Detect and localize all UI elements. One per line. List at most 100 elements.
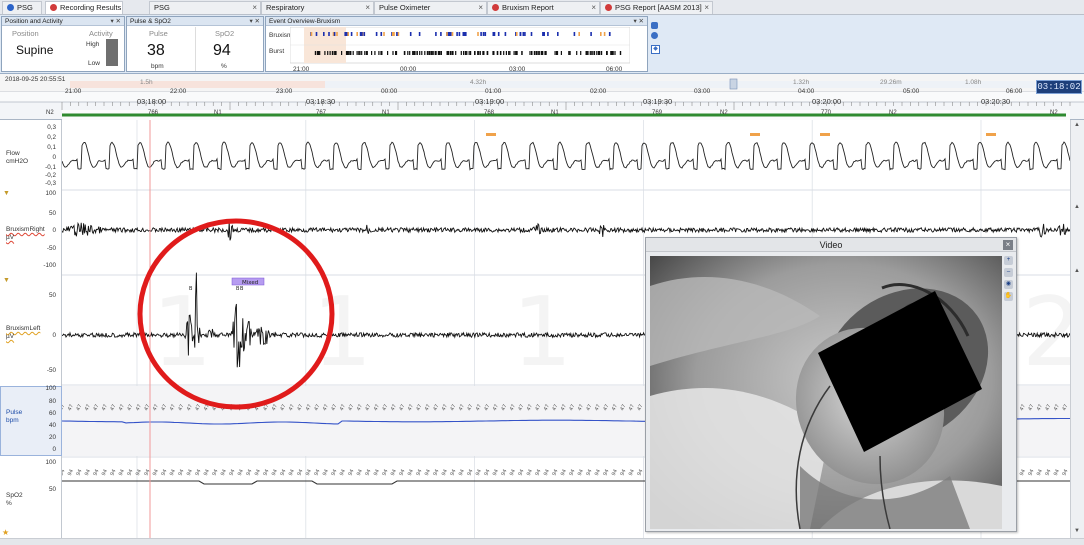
tab-label: Respiratory xyxy=(266,3,305,12)
bookmark-icon[interactable]: ★ xyxy=(2,528,9,537)
event-overview-tick xyxy=(409,51,411,55)
event-overview-tick xyxy=(589,51,591,55)
tab-bar: PSG Recording Results PSG × Respiratory × Puls… xyxy=(0,0,1084,15)
tab-pulse-oximeter[interactable]: Pulse Oximeter × xyxy=(374,1,487,14)
spo2-sample-label: 94 xyxy=(373,469,381,477)
panel-title: Position and Activity xyxy=(5,18,63,25)
close-icon[interactable]: × xyxy=(252,2,257,14)
close-icon[interactable]: × xyxy=(1003,240,1013,250)
event-overview-tick xyxy=(537,51,539,55)
panel-controls-icon[interactable]: ▾ ✕ xyxy=(633,17,644,26)
scroll-up-icon[interactable]: ▲ xyxy=(1074,268,1080,274)
event-overview-tick xyxy=(450,32,452,36)
spo2-sample-label: 94 xyxy=(194,469,202,477)
overview-slider-handle[interactable] xyxy=(729,78,738,90)
event-overview-tick xyxy=(470,51,472,55)
add-panel-icon[interactable]: ◆ xyxy=(651,45,660,54)
event-overview-tick xyxy=(409,32,412,36)
close-icon[interactable]: × xyxy=(365,2,370,14)
event-overview-tick xyxy=(365,51,368,55)
close-icon[interactable]: × xyxy=(478,2,483,14)
epoch-time-1: 03:18:30 xyxy=(306,97,336,106)
spo2-sample-label: 94 xyxy=(347,469,355,477)
flow-event-marker[interactable] xyxy=(750,133,760,136)
scroll-down-icon[interactable]: ▼ xyxy=(1074,528,1080,534)
pan-icon[interactable]: ✋ xyxy=(1004,292,1013,301)
event-overview-tick xyxy=(543,32,545,36)
event-overview-tick xyxy=(580,51,582,55)
zoom-in-icon[interactable]: + xyxy=(1004,256,1013,265)
spo2-sample-label: 94 xyxy=(475,469,483,477)
event-overview-plot[interactable] xyxy=(290,27,630,67)
event-overview-tick xyxy=(497,32,500,36)
bruxism-right-tick-4: -100 xyxy=(43,262,56,269)
epoch-time-2: 03:19:00 xyxy=(475,97,505,106)
close-icon[interactable]: × xyxy=(704,2,709,14)
stage-label-6: N2 xyxy=(46,110,54,116)
event-overview-tick xyxy=(500,51,502,55)
snapshot-icon[interactable]: ◉ xyxy=(1004,280,1013,289)
spo2-sample-label: 94 xyxy=(466,469,474,477)
event-overview-tick xyxy=(557,32,559,36)
event-overview-tick xyxy=(344,32,346,36)
mixed-event-label: Mixed xyxy=(242,280,258,286)
spo2-sample-label: 94 xyxy=(203,469,211,477)
video-window[interactable]: Video × + – ◉ ✋ xyxy=(645,237,1017,532)
event-overview-tick xyxy=(515,51,517,55)
pulse-tick-4: 20 xyxy=(48,434,56,441)
panel-side-tools[interactable]: ◆ xyxy=(651,16,660,72)
close-icon[interactable]: × xyxy=(591,2,596,14)
event-overview-tick xyxy=(530,32,533,36)
spo2-sample-label: 94 xyxy=(356,469,364,477)
event-overview-tick xyxy=(392,51,394,55)
event-overview-tick xyxy=(447,51,449,55)
tab-respiratory[interactable]: Respiratory × xyxy=(261,1,374,14)
event-overview-tick xyxy=(493,32,495,36)
event-overview-tick xyxy=(347,51,349,55)
filter-icon[interactable]: ▼ xyxy=(3,277,10,284)
pulse-tick-5: 0 xyxy=(52,446,56,453)
spo2-sample-label: 94 xyxy=(398,469,406,477)
flow-event-marker[interactable] xyxy=(486,133,496,136)
event-overview-tick xyxy=(587,51,589,55)
scroll-up-icon[interactable]: ▲ xyxy=(1074,204,1080,210)
zoom-out-icon[interactable]: – xyxy=(1004,268,1013,277)
stage-label-4: N2 xyxy=(889,110,897,116)
event-overview-tick xyxy=(573,32,576,36)
event-overview-tick xyxy=(424,51,426,55)
event-overview-tick xyxy=(435,32,437,36)
vertical-scrollbar[interactable]: ▲ ▲ ▲ ▼ xyxy=(1070,120,1084,538)
spo2-value: 94 xyxy=(213,42,231,59)
time-readout[interactable]: 03:18:02 xyxy=(1036,80,1082,94)
tab-psg[interactable]: PSG × xyxy=(149,1,261,14)
event-overview-tick xyxy=(310,32,313,36)
stage-label-2: N1 xyxy=(551,110,559,116)
pulse-unit: bpm xyxy=(151,63,164,70)
event-overview-tick xyxy=(477,51,479,55)
tab-label: PSG xyxy=(17,3,33,12)
tab-psg[interactable]: PSG xyxy=(2,1,42,14)
tab-recording-results[interactable]: Recording Results xyxy=(45,1,123,14)
bruxism-left-tick-0: 50 xyxy=(48,292,56,299)
spo2-sample-label: 94 xyxy=(381,469,389,477)
tab-bruxism-report[interactable]: Bruxism Report × xyxy=(487,1,600,14)
flow-event-marker[interactable] xyxy=(986,133,996,136)
event-overview-tick xyxy=(484,32,487,36)
timeline[interactable]: 2018-09-25 20:55:51 21:00 22:00 23:00 00… xyxy=(0,74,1084,120)
spo2-sample-label: 94 xyxy=(1019,469,1027,477)
panel-controls-icon[interactable]: ▾ ✕ xyxy=(110,17,121,26)
tool-icon[interactable] xyxy=(651,22,658,29)
panel-controls-icon[interactable]: ▾ ✕ xyxy=(249,17,260,26)
flow-event-marker[interactable] xyxy=(820,133,830,136)
background-digit: 1 xyxy=(512,278,572,388)
event-row-burst: Burst xyxy=(269,48,285,55)
activity-low-label: Low xyxy=(88,60,100,67)
event-overview-tick xyxy=(359,32,362,36)
info-icon[interactable] xyxy=(651,32,658,39)
event-overview-tick xyxy=(404,51,406,55)
tab-psg-report-aasm-2013-[interactable]: PSG Report [AASM 2013] × xyxy=(600,1,713,14)
overview-hour-2: 23:00 xyxy=(276,88,293,95)
spo2-sample-label: 94 xyxy=(509,469,517,477)
video-frame[interactable] xyxy=(650,256,1002,529)
scroll-up-icon[interactable]: ▲ xyxy=(1074,122,1080,128)
